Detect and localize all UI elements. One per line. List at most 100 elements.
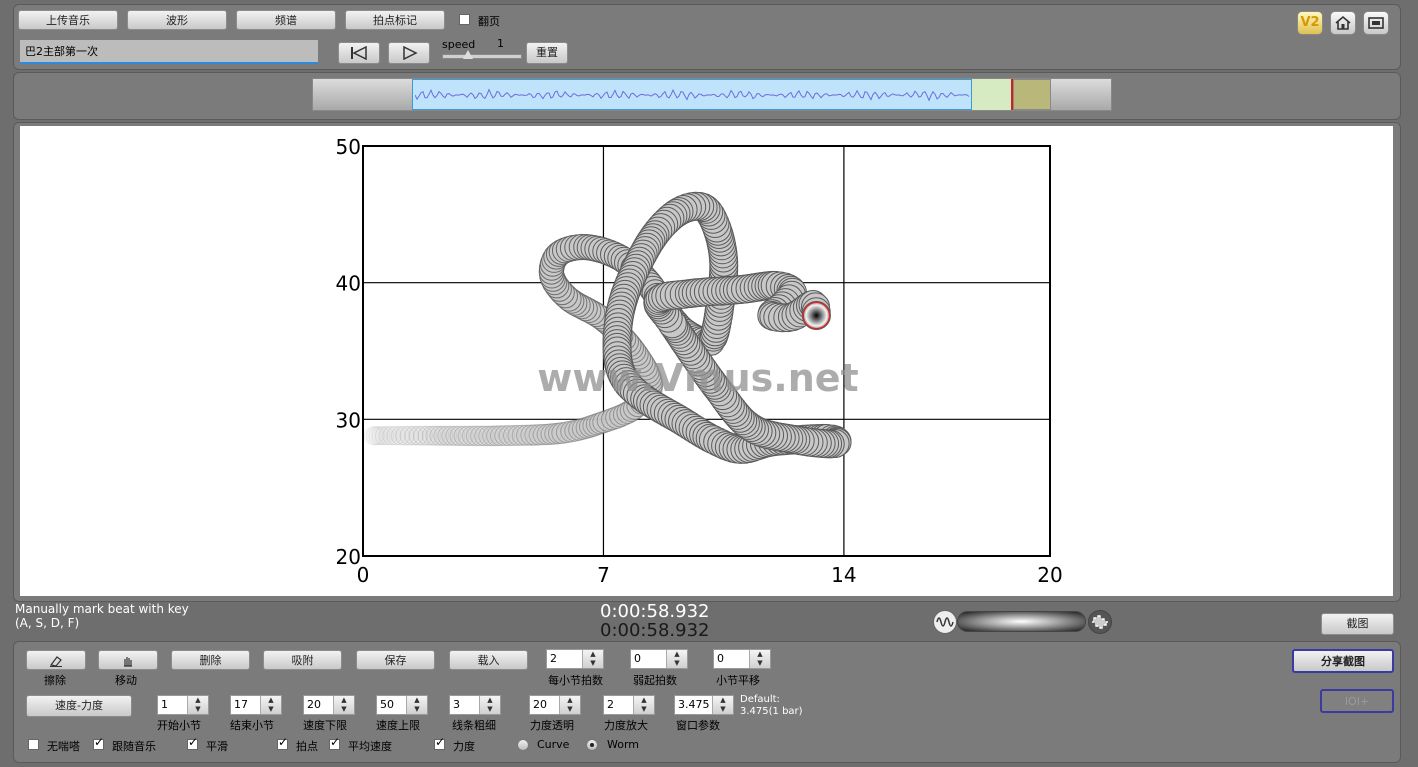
speed-slider[interactable] — [442, 50, 522, 59]
window-param-input[interactable]: 3.475 ▲ ▼ — [674, 695, 734, 715]
window-param-label: 窗口参数 — [676, 719, 720, 732]
dynamics-label: 力度 — [453, 740, 475, 753]
smooth-label: 平滑 — [206, 740, 228, 753]
skip-back-icon — [351, 45, 367, 61]
upload-music-button[interactable]: 上传音乐 — [18, 10, 118, 30]
rewind-button[interactable] — [338, 42, 380, 64]
speed-slider-thumb[interactable] — [463, 50, 473, 59]
reset-button[interactable]: 重置 — [526, 42, 568, 64]
beats-per-bar-stepper[interactable]: ▲ ▼ — [582, 650, 603, 668]
default-hint-1: Default: — [740, 694, 780, 705]
end-bar-input[interactable]: 17 ▲ ▼ — [230, 695, 282, 715]
screenshot-button[interactable]: 截图 — [1321, 613, 1394, 635]
x-tick-label: 20 — [1037, 563, 1062, 587]
end-bar-value: 17 — [234, 698, 248, 711]
worm-label: Worm — [607, 738, 640, 751]
timeline-track[interactable] — [312, 78, 1112, 111]
dyn-transparency-stepper[interactable]: ▲ ▼ — [559, 696, 580, 714]
current-time-2: 0:00:58.932 — [600, 620, 710, 641]
waveform-toggle-button[interactable] — [933, 610, 957, 634]
tempo-min-stepper[interactable]: ▲ ▼ — [333, 696, 354, 714]
fullscreen-button[interactable] — [1363, 11, 1389, 35]
snap-button[interactable]: 吸附 — [263, 650, 342, 670]
avg-speed-label: 平均速度 — [348, 740, 392, 753]
dyn-zoom-input[interactable]: 2 ▲ ▼ — [603, 695, 655, 715]
start-bar-value: 1 — [161, 698, 168, 711]
load-button[interactable]: 载入 — [449, 650, 528, 670]
pickup-beats-label: 弱起拍数 — [633, 674, 677, 687]
worm-radio[interactable] — [586, 739, 598, 751]
worm-chart: 0 7 14 2020304050 www.Vmus.net — [20, 126, 1393, 596]
dyn-transparency-value: 20 — [533, 698, 547, 711]
start-bar-input[interactable]: 1 ▲ ▼ — [157, 695, 209, 715]
window-param-stepper[interactable]: ▲ ▼ — [712, 696, 733, 714]
tempo-max-value: 50 — [380, 698, 394, 711]
delete-button[interactable]: 删除 — [171, 650, 250, 670]
hand-icon — [124, 657, 132, 667]
timeline-green-block — [972, 79, 1012, 110]
play-icon — [403, 45, 418, 61]
save-button[interactable]: 保存 — [356, 650, 435, 670]
play-button[interactable] — [388, 42, 430, 64]
home-button[interactable] — [1330, 11, 1356, 35]
y-tick-label: 20 — [336, 545, 361, 569]
window-param-value: 3.475 — [678, 698, 710, 711]
speed-value: 1 — [497, 37, 504, 50]
end-bar-stepper[interactable]: ▲ ▼ — [260, 696, 281, 714]
v2-label: V2 — [1300, 15, 1320, 30]
pickup-beats-input[interactable]: 0 ▲ ▼ — [630, 649, 688, 669]
smooth-checkbox[interactable] — [187, 739, 198, 750]
waveform-button[interactable]: 波形 — [127, 10, 227, 30]
dyn-transparency-input[interactable]: 20 ▲ ▼ — [529, 695, 581, 715]
avg-speed-checkbox[interactable] — [329, 739, 340, 750]
erase-label: 擦除 — [44, 674, 66, 687]
y-tick-label: 40 — [336, 272, 361, 296]
dynamics-checkbox[interactable] — [434, 739, 445, 750]
beat-mark-button[interactable]: 拍点标记 — [345, 10, 445, 30]
move-button[interactable] — [98, 650, 158, 670]
no-shake-label: 无喘嗒 — [47, 740, 80, 753]
line-width-input[interactable]: 3 ▲ ▼ — [449, 695, 501, 715]
no-shake-checkbox[interactable] — [28, 739, 39, 750]
waveform-trace — [415, 88, 970, 102]
spectrum-button[interactable]: 频谱 — [236, 10, 336, 30]
timeline-olive-block — [1013, 79, 1051, 110]
start-bar-label: 开始小节 — [157, 719, 201, 732]
bar-shift-input[interactable]: 0 ▲ ▼ — [713, 649, 771, 669]
end-bar-label: 结束小节 — [230, 719, 274, 732]
dyn-zoom-label: 力度放大 — [604, 719, 648, 732]
tempo-max-label: 速度上限 — [376, 719, 420, 732]
y-tick-label: 30 — [336, 408, 361, 432]
bar-shift-stepper[interactable]: ▲ ▼ — [749, 650, 770, 668]
zoom-slider[interactable] — [957, 611, 1086, 632]
beats-per-bar-value: 2 — [550, 652, 557, 665]
beat-point-checkbox[interactable] — [277, 739, 288, 750]
y-tick-label: 50 — [336, 135, 361, 159]
start-bar-stepper[interactable]: ▲ ▼ — [187, 696, 208, 714]
pickup-beats-stepper[interactable]: ▲ ▼ — [666, 650, 687, 668]
follow-music-label: 跟随音乐 — [112, 740, 156, 753]
dyn-zoom-stepper[interactable]: ▲ ▼ — [633, 696, 654, 714]
curve-label: Curve — [537, 738, 570, 751]
tempo-min-input[interactable]: 20 ▲ ▼ — [303, 695, 355, 715]
erase-button[interactable] — [26, 650, 86, 670]
wave-icon — [936, 617, 954, 627]
tempo-dynamics-button[interactable]: 速度-力度 — [26, 695, 132, 717]
tempo-max-stepper[interactable]: ▲ ▼ — [406, 696, 427, 714]
tempo-max-input[interactable]: 50 ▲ ▼ — [376, 695, 428, 715]
line-width-stepper[interactable]: ▲ ▼ — [479, 696, 500, 714]
flip-page-label: 翻页 — [478, 15, 500, 28]
v2-button[interactable]: V2 — [1297, 11, 1323, 35]
ioi-button[interactable]: IOI+ — [1320, 689, 1394, 713]
beat-point-label: 拍点 — [296, 740, 318, 753]
x-tick-label: 7 — [597, 563, 610, 587]
beats-per-bar-input[interactable]: 2 ▲ ▼ — [546, 649, 604, 669]
flip-page-checkbox[interactable] — [459, 14, 470, 25]
file-name-field[interactable]: 巴2主部第一次 — [20, 40, 318, 64]
default-hint-2: 3.475(1 bar) — [740, 706, 803, 717]
share-screenshot-button[interactable]: 分享截图 — [1292, 649, 1394, 673]
playhead-cursor[interactable] — [1011, 79, 1013, 110]
spectrum-toggle-button[interactable] — [1088, 610, 1112, 634]
curve-radio[interactable] — [517, 739, 529, 751]
follow-music-checkbox[interactable] — [93, 739, 104, 750]
